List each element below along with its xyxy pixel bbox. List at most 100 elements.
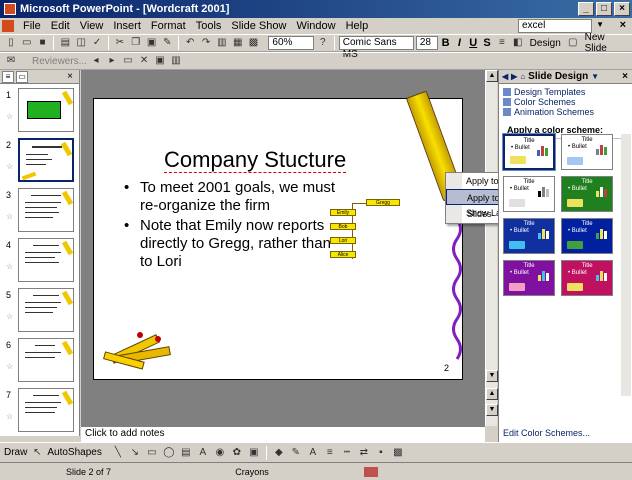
close-button[interactable]: × bbox=[614, 2, 630, 16]
menu-help[interactable]: Help bbox=[341, 20, 374, 32]
bold-button[interactable]: B bbox=[440, 37, 452, 49]
arrow-icon[interactable]: ↘ bbox=[128, 446, 142, 460]
slide-thumbnail-6[interactable]: 6 ☆ bbox=[4, 338, 78, 384]
color-schemes-link[interactable]: Color Schemes bbox=[499, 97, 632, 107]
color-scheme-tile[interactable]: Title • Bullet bbox=[561, 218, 613, 254]
menu-insert[interactable]: Insert bbox=[108, 20, 146, 32]
help-dropdown-icon[interactable]: ▼ bbox=[596, 20, 604, 29]
undo-icon[interactable]: ↶ bbox=[183, 36, 197, 50]
slide-thumbnail-1[interactable]: 1 ☆ bbox=[4, 88, 78, 134]
line-color-icon[interactable]: ✎ bbox=[289, 446, 303, 460]
color-scheme-tile[interactable]: Title • Bullet bbox=[503, 176, 555, 212]
color-scheme-tile[interactable]: Title • Bullet bbox=[503, 260, 555, 296]
format-painter-icon[interactable]: ✎ bbox=[160, 36, 174, 50]
new-slide-button[interactable]: New Slide bbox=[582, 32, 632, 54]
arrow-style-icon[interactable]: ⇄ bbox=[357, 446, 371, 460]
menu-edit[interactable]: Edit bbox=[46, 20, 75, 32]
pane-close-button[interactable]: × bbox=[67, 71, 73, 82]
italic-button[interactable]: I bbox=[453, 37, 465, 49]
reviewing-icon[interactable]: ✉ bbox=[4, 54, 18, 68]
menu-format[interactable]: Format bbox=[146, 20, 191, 32]
reviewing-pane-icon[interactable]: ▥ bbox=[169, 54, 183, 68]
line-style-icon[interactable]: ≡ bbox=[323, 446, 337, 460]
shadow-button[interactable]: S bbox=[481, 37, 493, 49]
help-icon[interactable]: ? bbox=[316, 36, 330, 50]
autoshapes-menu-button[interactable]: AutoShapes bbox=[47, 447, 108, 458]
picture-icon[interactable]: ▣ bbox=[247, 446, 261, 460]
vertical-scrollbar[interactable]: ▲ ▼ ▲ ▼ bbox=[485, 70, 498, 426]
notes-pane[interactable]: Click to add notes bbox=[81, 426, 485, 442]
diagram-icon[interactable]: ◉ bbox=[213, 446, 227, 460]
redo-icon[interactable]: ↷ bbox=[199, 36, 213, 50]
cut-icon[interactable]: ✂ bbox=[113, 36, 127, 50]
dropdown-icon[interactable]: ▼ bbox=[591, 72, 599, 81]
new-slide-icon[interactable]: ▢ bbox=[566, 36, 580, 50]
show-markup-icon[interactable]: ▣ bbox=[153, 54, 167, 68]
help-search-input[interactable]: excel bbox=[518, 19, 592, 33]
slide-title[interactable]: Company Stucture bbox=[164, 147, 347, 173]
bullet-list[interactable]: • To meet 2001 goals, we must re-organiz… bbox=[124, 179, 344, 273]
slide-thumbnail-4[interactable]: 4 ☆ bbox=[4, 238, 78, 284]
org-chart[interactable]: Gregg Emily Bob Lori Alice bbox=[330, 199, 406, 279]
draw-menu-button[interactable]: Draw bbox=[4, 447, 27, 458]
underline-button[interactable]: U bbox=[467, 37, 479, 49]
back-icon[interactable]: ◀ bbox=[502, 72, 508, 81]
color-scheme-tile[interactable]: Title • Bullet bbox=[561, 176, 613, 212]
outline-tab[interactable]: ≡ bbox=[2, 70, 14, 83]
line-icon[interactable]: ╲ bbox=[111, 446, 125, 460]
text-box-icon[interactable]: ▤ bbox=[179, 446, 193, 460]
new-icon[interactable]: ▯ bbox=[4, 36, 18, 50]
next-comment-icon[interactable]: ▸ bbox=[105, 54, 119, 68]
home-icon[interactable]: ⌂ bbox=[520, 72, 525, 81]
oval-icon[interactable]: ◯ bbox=[162, 446, 176, 460]
clip-art-icon[interactable]: ✿ bbox=[230, 446, 244, 460]
font-name-field[interactable]: Comic Sans MS bbox=[338, 36, 414, 60]
minimize-button[interactable]: _ bbox=[578, 2, 594, 16]
slides-tab[interactable]: ▭ bbox=[16, 70, 28, 83]
font-size-field[interactable]: 28 bbox=[415, 36, 438, 50]
slide-thumbnail-7[interactable]: 7 ☆ bbox=[4, 388, 78, 434]
menu-file[interactable]: File bbox=[18, 20, 46, 32]
slide-thumbnail-5[interactable]: 5 ☆ bbox=[4, 288, 78, 334]
task-pane-scrollbar[interactable] bbox=[621, 134, 631, 396]
3d-style-icon[interactable]: ▩ bbox=[391, 446, 405, 460]
rectangle-icon[interactable]: ▭ bbox=[145, 446, 159, 460]
dash-style-icon[interactable]: ┅ bbox=[340, 446, 354, 460]
chart-icon[interactable]: ▥ bbox=[215, 36, 229, 50]
wordart-icon[interactable]: A bbox=[196, 446, 210, 460]
align-left-icon[interactable]: ≡ bbox=[495, 36, 509, 50]
delete-comment-icon[interactable]: ✕ bbox=[137, 54, 151, 68]
scroll-down-icon[interactable]: ▼ bbox=[486, 370, 498, 382]
menu-slide-show[interactable]: Slide Show bbox=[226, 20, 291, 32]
color-scheme-tile[interactable]: Title • Bullet bbox=[503, 218, 555, 254]
fill-color-icon[interactable]: ◆ bbox=[272, 446, 286, 460]
task-pane-title[interactable]: Slide Design bbox=[528, 71, 588, 82]
color-scheme-tile[interactable]: Title • Bullet bbox=[561, 134, 613, 170]
reviewers-button[interactable]: Reviewers... bbox=[20, 56, 87, 67]
previous-comment-icon[interactable]: ◂ bbox=[89, 54, 103, 68]
print-preview-icon[interactable]: ◫ bbox=[74, 36, 88, 50]
color-scheme-tile[interactable]: Title • Bullet bbox=[502, 133, 556, 171]
next-slide-icon[interactable]: ▼ bbox=[486, 404, 498, 416]
previous-slide-icon[interactable]: ▲ bbox=[486, 388, 498, 400]
print-icon[interactable]: ▤ bbox=[58, 36, 72, 50]
document-close-button[interactable]: × bbox=[620, 19, 626, 31]
menu-tools[interactable]: Tools bbox=[191, 20, 227, 32]
forward-icon[interactable]: ▶ bbox=[511, 72, 517, 81]
save-icon[interactable]: ■ bbox=[36, 36, 50, 50]
design-button[interactable]: Design bbox=[527, 38, 564, 49]
maximize-button[interactable]: □ bbox=[596, 2, 612, 16]
shadow-style-icon[interactable]: ▪ bbox=[374, 446, 388, 460]
design-templates-link[interactable]: Design Templates bbox=[499, 87, 632, 97]
task-pane-close-button[interactable]: × bbox=[622, 71, 628, 82]
menu-view[interactable]: View bbox=[75, 20, 109, 32]
table-icon[interactable]: ▦ bbox=[231, 36, 245, 50]
select-objects-icon[interactable]: ↖ bbox=[30, 446, 44, 460]
slide-thumbnail-2[interactable]: 2 ☆ bbox=[4, 138, 78, 184]
document-icon[interactable] bbox=[2, 20, 14, 32]
font-color-icon[interactable]: A bbox=[306, 446, 320, 460]
slide-thumbnail-3[interactable]: 3 ☆ bbox=[4, 188, 78, 234]
copy-icon[interactable]: ❐ bbox=[129, 36, 143, 50]
animation-schemes-link[interactable]: Animation Schemes bbox=[499, 107, 632, 117]
color-scheme-tile[interactable]: Title • Bullet bbox=[561, 260, 613, 296]
